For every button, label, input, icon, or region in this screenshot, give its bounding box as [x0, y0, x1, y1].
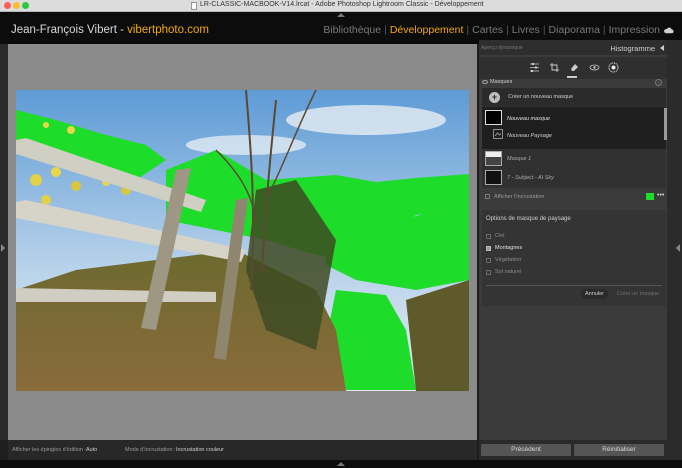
create-mask-confirm-button[interactable]: Créer un masque [612, 289, 664, 299]
filmstrip-collapsed [0, 460, 682, 468]
option-label: Végétation [495, 257, 522, 263]
module-cartes[interactable]: Cartes [472, 24, 503, 36]
navigator-label: Aperçu dynamique [481, 45, 523, 51]
landscape-options-title: Options de masque de paysage [486, 216, 571, 222]
eye-icon[interactable] [482, 80, 488, 84]
overlay-color-swatch[interactable] [646, 193, 654, 200]
collapse-top-panel-icon[interactable] [337, 13, 345, 18]
right-panel: Aperçu dynamique Histogramme Masques ? +… [479, 40, 667, 460]
edit-pins-label: Afficher les épingles d'édition : [12, 447, 87, 453]
divider [486, 285, 662, 286]
show-overlay-label: Afficher l'incrustation [494, 194, 545, 200]
option-checkbox[interactable] [486, 258, 491, 263]
module-impression[interactable]: Impression [609, 24, 660, 36]
mask-item-label: Masque 1 [507, 156, 532, 162]
crop-icon[interactable] [549, 62, 560, 73]
module-diaporama[interactable]: Diaporama [549, 24, 600, 36]
option-label: Ciel [495, 233, 505, 239]
masks-header: Masques ? [482, 78, 662, 88]
landscape-mask-options: Options de masque de paysage Ciel Montag… [482, 210, 666, 306]
cancel-button[interactable]: Annuler [581, 289, 608, 299]
masking-icon[interactable] [608, 62, 619, 73]
create-mask-button[interactable]: + Créer un nouveau masque [482, 88, 666, 106]
collapse-histogram-icon[interactable] [660, 45, 664, 51]
document-icon [191, 2, 197, 10]
identity-plate: Jean-François Vibert - vibertphoto.com [11, 24, 209, 36]
mask-component-label: Nouveau Paysage [507, 133, 552, 139]
tool-strip [479, 57, 667, 79]
show-overlay-checkbox[interactable] [485, 194, 490, 199]
option-checkbox[interactable] [486, 246, 491, 251]
masks-panel: + Créer un nouveau masque Nouveau masque… [482, 88, 666, 188]
show-overlay-row: Afficher l'incrustation ••• [482, 190, 666, 204]
option-label: Sol naturel [495, 269, 522, 275]
edit-pins-select[interactable]: Auto [86, 447, 97, 453]
module-picker: Bibliothèque | Développement | Cartes | Livres… [323, 24, 660, 36]
mask-thumbnail [485, 151, 502, 166]
expand-filmstrip-icon[interactable] [337, 462, 345, 467]
help-icon[interactable]: ? [655, 79, 662, 86]
window-titlebar: LR-CLASSIC-MACBOOK-V14.lrcat - Adobe Pho… [0, 0, 682, 12]
option-checkbox[interactable] [486, 234, 491, 239]
mask-thumbnail [485, 110, 502, 125]
previous-button[interactable]: Précédent [481, 444, 571, 456]
eraser-icon[interactable] [569, 62, 580, 73]
mask-item-label: 7 - Subject - AI Sky [507, 175, 554, 181]
image-canvas[interactable] [8, 44, 477, 440]
collapse-right-panel-icon[interactable] [675, 244, 680, 252]
edit-sliders-icon[interactable] [529, 62, 540, 73]
mask-item-label: Nouveau masque [507, 116, 551, 122]
mask-item-nouveau-masque[interactable]: Nouveau masque Nouveau Paysage [482, 107, 666, 149]
more-options-button[interactable]: ••• [657, 192, 664, 199]
landscape-component-icon [493, 129, 503, 139]
left-panel-collapsed [0, 44, 8, 440]
histogram-label: Histogramme [610, 44, 655, 53]
minimize-window-button[interactable] [13, 2, 20, 9]
overlay-mode-label: Mode d'incrustation : [125, 447, 176, 453]
expand-left-panel-icon[interactable] [1, 244, 6, 252]
option-label: Montagnes [495, 245, 523, 251]
reset-button[interactable]: Réinitialiser [574, 444, 664, 456]
mask-item-subject-sky[interactable]: 7 - Subject - AI Sky [482, 169, 666, 187]
identity-site: vibertphoto.com [127, 24, 209, 36]
zoom-window-button[interactable] [22, 2, 29, 9]
module-developpement[interactable]: Développement [390, 24, 464, 36]
module-livres[interactable]: Livres [512, 24, 540, 36]
overlay-mode-select[interactable]: Incrustation couleur [176, 447, 224, 453]
module-bibliotheque[interactable]: Bibliothèque [323, 24, 381, 36]
identity-name: Jean-François Vibert - [11, 24, 128, 36]
histogram-header[interactable]: Aperçu dynamique Histogramme [479, 40, 667, 55]
mask-thumbnail [485, 170, 502, 185]
close-window-button[interactable] [4, 2, 11, 9]
window-title: LR-CLASSIC-MACBOOK-V14.lrcat - Adobe Pho… [200, 1, 484, 8]
right-edge [667, 40, 682, 460]
canvas-toolbar: Afficher les épingles d'édition : Auto M… [8, 440, 477, 460]
photo-preview[interactable] [16, 90, 469, 391]
red-eye-icon[interactable] [589, 62, 600, 73]
plus-icon: + [489, 92, 500, 103]
option-checkbox[interactable] [486, 270, 491, 275]
create-mask-label: Créer un nouveau masque [508, 94, 574, 100]
masks-label: Masques [490, 79, 513, 85]
landscape-photo [16, 90, 469, 391]
mask-item-masque-1[interactable]: Masque 1 [482, 150, 666, 168]
panel-bottom-buttons: Précédent Réinitialiser [479, 440, 667, 460]
cloud-sync-icon[interactable] [663, 26, 674, 34]
